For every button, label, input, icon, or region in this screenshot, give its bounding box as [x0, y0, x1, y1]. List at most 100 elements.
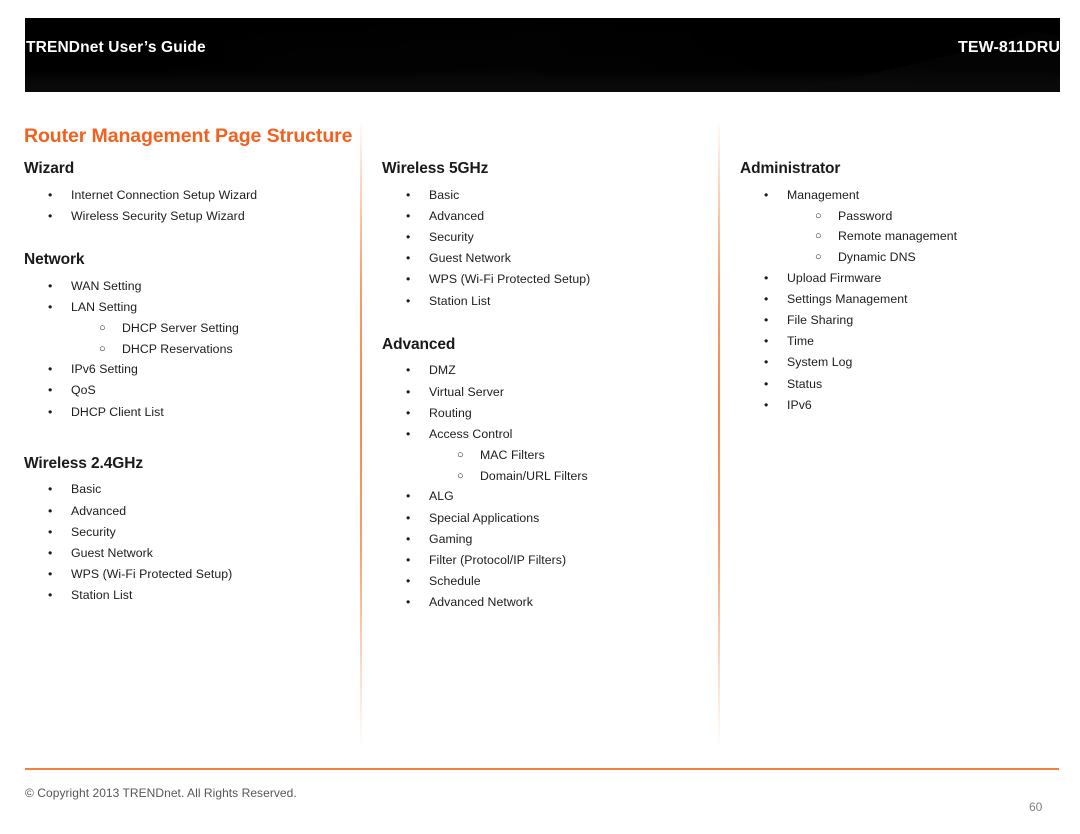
- list-item[interactable]: • WPS (Wi-Fi Protected Setup): [382, 269, 712, 290]
- list-item-label: Basic: [429, 187, 460, 202]
- bullet-icon: •: [406, 230, 411, 244]
- list-item-label: Time: [787, 334, 815, 349]
- list-item[interactable]: • Advanced Network: [382, 592, 712, 613]
- list-item[interactable]: • DMZ: [382, 360, 712, 381]
- sub-list-item[interactable]: ○ Remote management: [787, 226, 1060, 247]
- outline-list: • DMZ • Virtual Server • Routing • Access Contr…: [382, 360, 712, 613]
- list-item[interactable]: • Station List: [382, 291, 712, 312]
- bullet-icon: •: [764, 376, 769, 391]
- list-item[interactable]: • File Sharing: [740, 310, 1060, 331]
- list-item[interactable]: • Security: [24, 522, 354, 543]
- list-item-label: Security: [429, 230, 474, 244]
- list-item[interactable]: • Filter (Protocol/IP Filters): [382, 550, 712, 571]
- bullet-icon: •: [764, 270, 769, 285]
- list-item[interactable]: • Advanced: [24, 501, 354, 522]
- list-item-label: WPS (Wi-Fi Protected Setup): [429, 272, 591, 287]
- list-item[interactable]: • WAN Setting: [24, 276, 354, 297]
- list-item[interactable]: • Gaming: [382, 529, 712, 550]
- sub-list-item-label: Password: [838, 208, 893, 223]
- list-item[interactable]: • Security: [382, 227, 712, 248]
- list-item[interactable]: • IPv6: [740, 395, 1060, 416]
- hollow-bullet-icon: ○: [815, 209, 822, 222]
- bullet-icon: •: [764, 355, 769, 370]
- list-item-label: DHCP Client List: [71, 404, 164, 419]
- list-item[interactable]: • Management ○ Password ○ Remote management ○ D…: [740, 185, 1060, 268]
- outline-list: • Management ○ Password ○ Remote management ○ D…: [740, 185, 1060, 416]
- sub-list-item-label: Dynamic DNS: [838, 249, 916, 264]
- list-item-label: IPv6: [787, 397, 812, 412]
- list-item-label: Guest Network: [429, 251, 511, 266]
- list-item[interactable]: • IPv6 Setting: [24, 359, 354, 380]
- list-item[interactable]: • Status: [740, 374, 1060, 395]
- bullet-icon: •: [406, 384, 411, 399]
- list-item[interactable]: • Internet Connection Setup Wizard: [24, 185, 354, 206]
- bullet-icon: •: [48, 404, 53, 419]
- outline-section: Wizard • Internet Connection Setup Wizard •…: [24, 160, 354, 227]
- bullet-icon: •: [406, 427, 411, 442]
- sub-list-item[interactable]: ○ DHCP Server Setting: [71, 318, 354, 339]
- bullet-icon: •: [48, 482, 53, 497]
- section-heading: Advanced: [382, 335, 456, 353]
- list-item-label: Advanced: [71, 503, 127, 518]
- list-item[interactable]: • Basic: [382, 185, 712, 206]
- bullet-icon: •: [406, 510, 411, 525]
- section-heading: Wizard: [24, 160, 75, 177]
- list-item[interactable]: • Guest Network: [24, 543, 354, 564]
- list-item[interactable]: • Upload Firmware: [740, 268, 1060, 289]
- list-item[interactable]: • Wireless Security Setup Wizard: [24, 206, 354, 227]
- list-item[interactable]: • Routing: [382, 403, 712, 424]
- list-item[interactable]: • ALG: [382, 486, 712, 507]
- list-item[interactable]: • LAN Setting ○ DHCP Server Setting ○ DHCP Re…: [24, 297, 354, 359]
- list-item-label: Settings Management: [787, 291, 908, 306]
- bullet-icon: •: [48, 546, 53, 560]
- list-item[interactable]: • Virtual Server: [382, 382, 712, 403]
- bullet-icon: •: [406, 489, 411, 504]
- list-item[interactable]: • Time: [740, 331, 1060, 352]
- list-item-label: Special Applications: [429, 510, 540, 525]
- bullet-icon: •: [406, 553, 411, 568]
- list-item[interactable]: • Access Control ○ MAC Filters ○ Domain/URL F…: [382, 424, 712, 486]
- bullet-icon: •: [406, 531, 411, 546]
- bullet-icon: •: [406, 272, 411, 287]
- list-item[interactable]: • Station List: [24, 585, 354, 606]
- column-divider-2: [718, 122, 720, 744]
- bullet-icon: •: [48, 299, 53, 314]
- list-item-label: Security: [71, 524, 116, 539]
- sub-list-item-label: Remote management: [838, 229, 958, 244]
- list-item[interactable]: • Schedule: [382, 571, 712, 592]
- bullet-icon: •: [406, 405, 411, 420]
- list-item[interactable]: • Special Applications: [382, 508, 712, 529]
- list-item[interactable]: • DHCP Client List: [24, 402, 354, 423]
- sub-list-item[interactable]: ○ MAC Filters: [429, 445, 712, 466]
- section-heading: Wireless 5GHz: [382, 160, 489, 177]
- list-item[interactable]: • Settings Management: [740, 289, 1060, 310]
- outline-sublist: ○ DHCP Server Setting ○ DHCP Reservations: [71, 318, 354, 359]
- list-item[interactable]: • Advanced: [382, 206, 712, 227]
- bullet-icon: •: [48, 362, 53, 377]
- guide-title: TRENDnet User’s Guide: [26, 39, 206, 56]
- bullet-icon: •: [48, 567, 53, 582]
- list-item[interactable]: • Guest Network: [382, 248, 712, 269]
- sub-list-item[interactable]: ○ Dynamic DNS: [787, 247, 1060, 268]
- sub-list-item[interactable]: ○ Password: [787, 206, 1060, 227]
- list-item-label: Internet Connection Setup Wizard: [71, 187, 258, 202]
- column-3: Administrator • Management ○ Password ○ Remote…: [740, 160, 1060, 416]
- page-title: Router Management Page Structure: [24, 125, 353, 148]
- footer-divider-rule: [25, 768, 1059, 770]
- page-number: 60: [1029, 800, 1043, 814]
- list-item-label: System Log: [787, 355, 853, 370]
- outline-list: • Internet Connection Setup Wizard • Wirele…: [24, 185, 354, 227]
- list-item[interactable]: • WPS (Wi-Fi Protected Setup): [24, 564, 354, 585]
- sub-list-item[interactable]: ○ Domain/URL Filters: [429, 466, 712, 487]
- list-item[interactable]: • QoS: [24, 380, 354, 401]
- list-item[interactable]: • Basic: [24, 479, 354, 500]
- outline-section: Network • WAN Setting • LAN Setting ○ DHCP Ser…: [24, 251, 354, 423]
- outline-list: • Basic • Advanced • Security • Guest Network • W…: [24, 479, 354, 606]
- section-heading: Wireless 2.4GHz: [24, 454, 143, 472]
- list-item[interactable]: • System Log: [740, 352, 1060, 373]
- bullet-icon: •: [764, 312, 769, 327]
- hollow-bullet-icon: ○: [99, 342, 106, 355]
- sub-list-item[interactable]: ○ DHCP Reservations: [71, 339, 354, 360]
- column-1: Wizard • Internet Connection Setup Wizard •…: [24, 160, 354, 607]
